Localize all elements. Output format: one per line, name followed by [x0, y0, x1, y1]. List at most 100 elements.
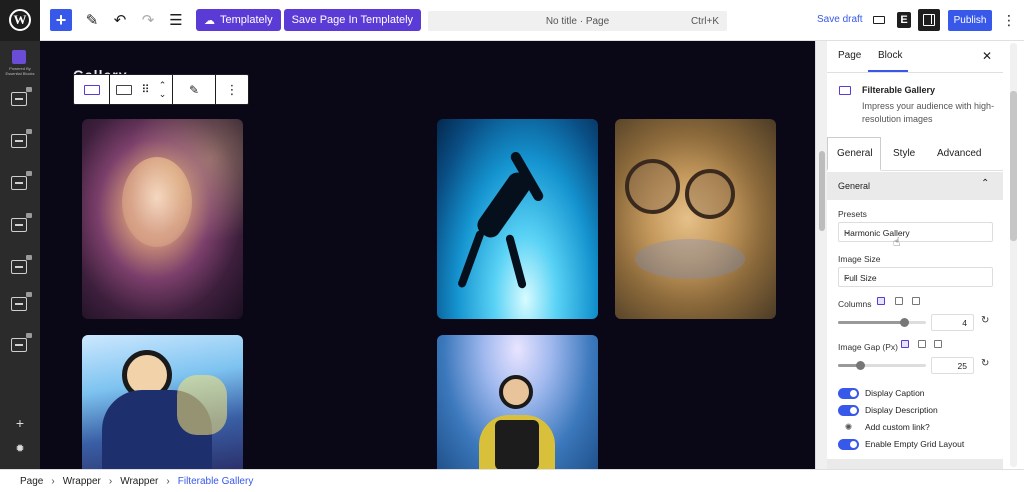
sidebar-block-gallery[interactable] [6, 85, 32, 113]
display-caption-label: Display Caption [865, 388, 925, 398]
enable-empty-grid-row[interactable]: Enable Empty Grid Layout [838, 438, 964, 450]
sidebar-block-upload[interactable] [6, 211, 32, 239]
columns-label: Columns [838, 299, 872, 309]
image-gap-slider-knob[interactable] [856, 361, 865, 370]
sidebar-block-list[interactable] [6, 331, 32, 359]
add-icon[interactable]: + [13, 415, 27, 431]
parent-block-selector[interactable] [110, 75, 137, 104]
wordpress-logo-button[interactable]: W [0, 0, 40, 41]
gallery-image-diver-underwater[interactable] [82, 335, 243, 469]
breadcrumb-page[interactable]: Page [20, 476, 43, 487]
gear-icon[interactable]: ✹ [13, 441, 27, 455]
next-section-header[interactable] [827, 459, 1003, 469]
gear-icon: ✺ [844, 421, 853, 432]
editor-app: W + ✎ ↶ ↷ ☰ ☁ Templately Save Page In Te… [0, 0, 1024, 492]
settings-panel-toggle-icon[interactable] [918, 9, 940, 31]
canvas-scrollbar[interactable] [815, 41, 827, 469]
essential-blocks-icon[interactable]: E [891, 7, 917, 33]
undo-icon[interactable]: ↶ [106, 6, 134, 34]
block-options-button[interactable]: ⋮ [216, 75, 248, 104]
essential-blocks-sidebar: Powered By Essential Blocks + ✹ [0, 41, 40, 469]
save-in-templately-button[interactable]: Save Page In Templately [283, 9, 422, 31]
tab-advanced[interactable]: Advanced [937, 148, 981, 159]
sidebar-block-text[interactable] [6, 169, 32, 197]
breadcrumb-filterable-gallery[interactable]: Filterable Gallery [178, 476, 254, 487]
image-size-select[interactable]: Full Size ⌄ [838, 267, 993, 287]
gallery-image-woman-portrait[interactable] [82, 119, 243, 319]
breadcrumb: Page › Wrapper › Wrapper › Filterable Ga… [0, 469, 1024, 492]
document-title-bar[interactable]: No title · Page Ctrl+K [428, 11, 727, 31]
display-caption-row[interactable]: Display Caption [838, 387, 925, 399]
columns-slider[interactable] [838, 318, 926, 327]
tab-page[interactable]: Page [838, 50, 861, 61]
add-custom-link-label: Add custom link? [865, 422, 930, 432]
presets-select[interactable]: Harmonic Gallery ⌄ [838, 222, 993, 242]
columns-slider-knob[interactable] [900, 318, 909, 327]
image-gap-slider[interactable] [838, 361, 926, 370]
block-card: Filterable Gallery Impress your audience… [827, 81, 1003, 137]
chevron-down-icon: ⌄ [844, 227, 851, 236]
display-description-toggle[interactable] [838, 404, 859, 416]
save-draft-button[interactable]: Save draft [817, 14, 863, 25]
block-inspector: Page Block ✕ Filterable Gallery Impress … [827, 41, 1003, 469]
desktop-icon[interactable] [901, 340, 909, 348]
block-mover[interactable]: ⌃ ⌄ [153, 75, 173, 104]
add-block-button[interactable]: + [50, 9, 72, 31]
top-toolbar: W + ✎ ↶ ↷ ☰ ☁ Templately Save Page In Te… [0, 0, 1024, 41]
sidebar-block-button[interactable] [6, 253, 32, 281]
lock-icon [26, 255, 32, 260]
powered-by-text: Powered By Essential Blocks [5, 66, 35, 76]
reset-icon[interactable]: ↻ [981, 315, 989, 326]
more-options-icon[interactable]: ⋮ [996, 7, 1022, 33]
breadcrumb-wrapper[interactable]: Wrapper [63, 476, 101, 487]
canvas-scrollbar-thumb[interactable] [819, 151, 825, 231]
lock-icon [26, 213, 32, 218]
display-description-row[interactable]: Display Description [838, 404, 938, 416]
tablet-icon[interactable] [918, 340, 926, 348]
mobile-icon[interactable] [934, 340, 942, 348]
inspector-scrollbar[interactable] [1003, 41, 1024, 469]
desktop-icon[interactable] [877, 297, 885, 305]
general-section-header[interactable]: General ⌃ [827, 172, 1003, 200]
gallery-image-diver-front[interactable] [437, 335, 598, 469]
wordpress-icon: W [9, 9, 31, 31]
edit-tool-icon[interactable]: ✎ [78, 6, 106, 34]
tab-block[interactable]: Block [878, 50, 902, 61]
move-down-icon[interactable]: ⌄ [159, 89, 167, 99]
sidebar-block-image[interactable] [6, 290, 32, 318]
close-icon[interactable]: ✕ [982, 49, 992, 63]
block-type-switcher[interactable] [74, 75, 110, 104]
image-gap-input[interactable]: 25 [931, 357, 974, 374]
image-gap-label: Image Gap (Px) [838, 342, 898, 352]
edit-block-button[interactable]: ✎ [173, 75, 216, 104]
tablet-icon[interactable] [895, 297, 903, 305]
publish-button[interactable]: Publish [948, 10, 992, 31]
templately-button[interactable]: ☁ Templately [196, 9, 281, 31]
columns-input[interactable]: 4 [931, 314, 974, 331]
breadcrumb-wrapper-inner[interactable]: Wrapper [120, 476, 158, 487]
gallery-image-diver-silhouette[interactable] [437, 119, 598, 319]
add-custom-link-row[interactable]: ✺ Add custom link? [838, 421, 930, 433]
redo-icon[interactable]: ↷ [134, 6, 162, 34]
mobile-icon[interactable] [912, 297, 920, 305]
document-overview-icon[interactable]: ☰ [162, 6, 190, 34]
block-description: Impress your audience with high-resoluti… [862, 101, 995, 124]
presets-label: Presets [838, 209, 867, 219]
command-shortcut: Ctrl+K [690, 15, 719, 27]
preview-device-icon[interactable] [866, 7, 892, 33]
image-size-label: Image Size [838, 254, 881, 264]
tab-style[interactable]: Style [893, 148, 915, 159]
sidebar-block-focus[interactable] [6, 127, 32, 155]
templately-cloud-icon: ☁ [204, 14, 215, 27]
tab-general[interactable]: General [837, 148, 873, 159]
enable-empty-grid-toggle[interactable] [838, 438, 859, 450]
enable-empty-grid-label: Enable Empty Grid Layout [865, 439, 965, 449]
general-section-title: General [838, 181, 871, 191]
gallery-image-woman-glasses[interactable] [615, 119, 776, 319]
drag-handle[interactable]: ⠿ [137, 75, 153, 104]
display-caption-toggle[interactable] [838, 387, 859, 399]
filterable-gallery-icon [83, 84, 100, 95]
reset-icon[interactable]: ↻ [981, 358, 989, 369]
inspector-scrollbar-thumb[interactable] [1010, 91, 1017, 241]
editor-canvas[interactable]: Gallery ⠿ ⌃ ⌄ ✎ ⋮ [40, 41, 815, 469]
